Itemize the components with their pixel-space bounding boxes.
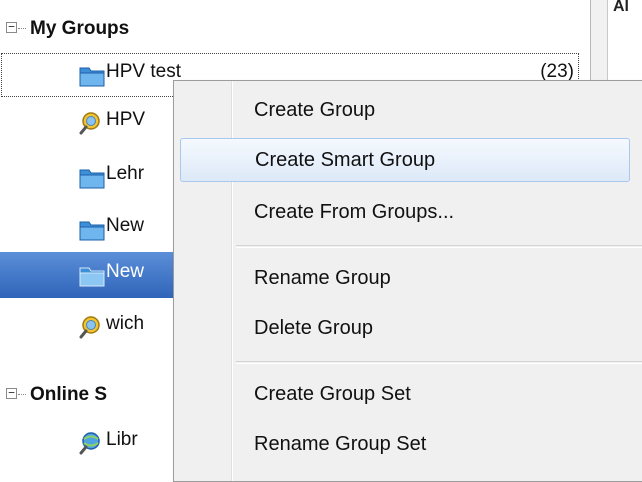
menu-item-label: Delete Group (254, 317, 373, 339)
section-title-online: Online S (30, 384, 108, 405)
menu-separator (236, 361, 642, 362)
folder-icon (79, 169, 105, 189)
menu-item-create-group[interactable]: Create Group (178, 89, 628, 133)
right-pane-text: Al (613, 0, 629, 15)
menu-separator (236, 245, 642, 246)
group-label: New (106, 215, 145, 236)
group-label: HPV (106, 109, 146, 130)
group-label: HPV test (106, 61, 181, 82)
folder-icon (79, 267, 105, 287)
menu-item-create-smart-group[interactable]: Create Smart Group (180, 138, 630, 182)
menu-item-label: Create Group (254, 99, 376, 121)
online-search-icon (79, 432, 100, 455)
section-title-my-groups: My Groups (30, 18, 130, 39)
group-label: wich (106, 313, 145, 334)
group-label: New (106, 261, 145, 282)
menu-item-label: Rename Group Set (254, 433, 427, 455)
menu-item-label: Create Smart Group (255, 149, 436, 171)
menu-item-delete-group[interactable]: Delete Group (178, 307, 628, 351)
folder-icon (79, 67, 105, 87)
smart-group-icon (79, 112, 100, 135)
menu-item-create-from-groups[interactable]: Create From Groups... (178, 191, 628, 235)
menu-item-label: Create Group Set (254, 383, 411, 405)
menu-item-label: Rename Group (254, 267, 391, 289)
group-label: Lehr (106, 163, 145, 184)
collapse-icon[interactable]: − (6, 387, 17, 399)
online-label: Libr (106, 429, 138, 450)
menu-item-create-group-set[interactable]: Create Group Set (178, 373, 628, 417)
tree-connector (18, 394, 26, 395)
context-menu: Create Group Create Smart Group Create F… (173, 80, 642, 482)
folder-icon (79, 221, 105, 241)
menu-item-label: Create From Groups... (254, 201, 455, 223)
smart-group-icon (79, 316, 100, 339)
menu-item-rename-group-set[interactable]: Rename Group Set (178, 423, 628, 467)
menu-item-rename-group[interactable]: Rename Group (178, 257, 628, 301)
collapse-icon[interactable]: − (6, 21, 17, 33)
tree-connector (18, 28, 26, 29)
